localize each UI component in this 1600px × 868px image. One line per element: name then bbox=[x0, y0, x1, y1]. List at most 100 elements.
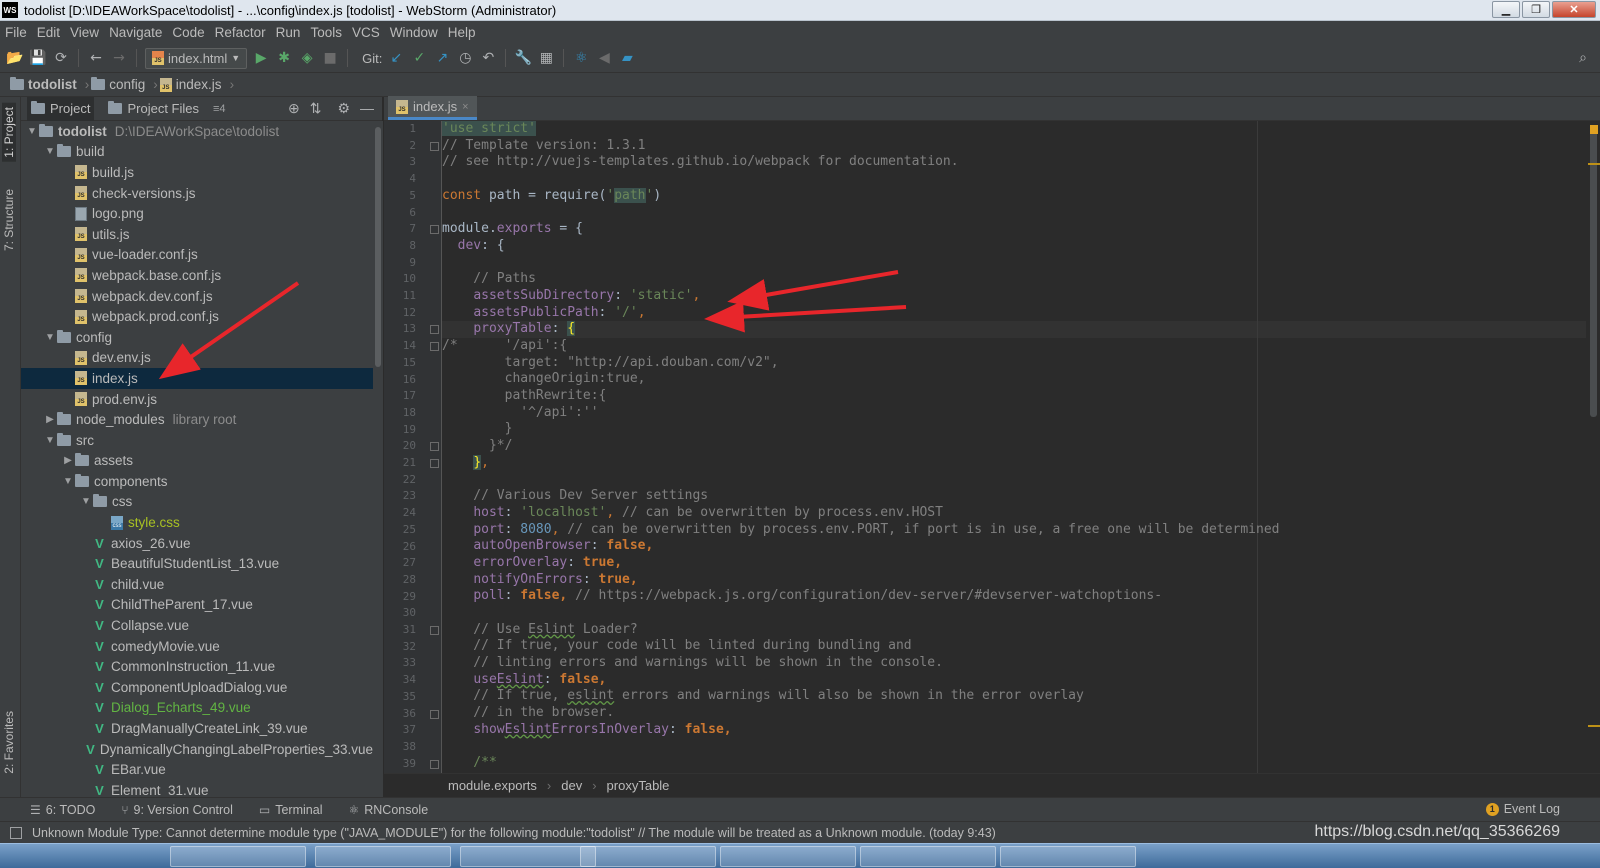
locate-target-icon[interactable]: ⊕ bbox=[288, 100, 300, 117]
scroll-marker[interactable] bbox=[1588, 163, 1600, 165]
tree-row[interactable]: ▼ src bbox=[21, 430, 373, 451]
tree-row[interactable]: webpack.dev.conf.js bbox=[21, 286, 373, 307]
expand-down-icon[interactable]: ▼ bbox=[79, 496, 93, 507]
tree-row[interactable]: V Dialog_Echarts_49.vue bbox=[21, 698, 373, 719]
close-button[interactable]: ✕ bbox=[1552, 1, 1596, 18]
status-message[interactable]: Unknown Module Type: Cannot determine mo… bbox=[32, 826, 996, 840]
editor-breadcrumb-item[interactable]: module.exports bbox=[448, 778, 537, 793]
revert-icon[interactable]: ↶ bbox=[479, 49, 497, 67]
menu-navigate[interactable]: Navigate bbox=[104, 25, 167, 40]
expand-down-icon[interactable]: ▼ bbox=[43, 435, 57, 446]
tree-row[interactable]: V Element_31.vue bbox=[21, 780, 373, 797]
tool-tab-terminal[interactable]: ▭ Terminal bbox=[259, 803, 323, 817]
tab-project-files[interactable]: Project Files bbox=[104, 97, 203, 121]
history-icon[interactable]: ◷ bbox=[456, 49, 474, 67]
tree-row[interactable]: ▶ node_modules library root bbox=[21, 409, 373, 430]
tree-row[interactable]: dev.env.js bbox=[21, 348, 373, 369]
menu-edit[interactable]: Edit bbox=[32, 25, 65, 40]
close-tab-icon[interactable]: × bbox=[462, 101, 468, 113]
breadcrumb-file[interactable]: index.js bbox=[159, 77, 222, 92]
debug-icon[interactable]: ✱ bbox=[275, 49, 293, 67]
collapse-all-icon[interactable]: ⇅ bbox=[310, 100, 322, 117]
taskbar-item[interactable] bbox=[1000, 846, 1136, 867]
tree-row[interactable]: V CommonInstruction_11.vue bbox=[21, 656, 373, 677]
tree-row[interactable]: utils.js bbox=[21, 224, 373, 245]
tree-row[interactable]: ▼ build bbox=[21, 142, 373, 163]
menu-code[interactable]: Code bbox=[167, 25, 209, 40]
code-area[interactable]: 'use strict'// Template version: 1.3.1//… bbox=[442, 121, 1592, 773]
fold-marker-icon[interactable] bbox=[430, 442, 439, 452]
warning-status-icon[interactable] bbox=[1590, 125, 1598, 134]
minimize-button[interactable]: ▁ bbox=[1492, 1, 1520, 18]
git-update-icon[interactable]: ↙ bbox=[387, 49, 405, 67]
save-all-icon[interactable]: 💾 bbox=[29, 49, 47, 67]
run-configuration-select[interactable]: index.html ▼ bbox=[145, 47, 248, 69]
menu-vcs[interactable]: VCS bbox=[347, 25, 385, 40]
maximize-button[interactable]: ❐ bbox=[1522, 1, 1550, 18]
project-structure-icon[interactable]: ▦ bbox=[537, 49, 555, 67]
tool-tab-favorites[interactable]: 2: Favorites bbox=[2, 711, 16, 774]
tree-row[interactable]: V EBar.vue bbox=[21, 759, 373, 780]
fold-marker-icon[interactable] bbox=[430, 141, 439, 151]
fold-marker-icon[interactable] bbox=[430, 342, 439, 352]
menu-view[interactable]: View bbox=[65, 25, 104, 40]
settings-wrench-icon[interactable]: 🔧 bbox=[514, 49, 532, 67]
stop-icon[interactable]: ■ bbox=[321, 49, 339, 67]
menu-run[interactable]: Run bbox=[271, 25, 306, 40]
taskbar-item[interactable] bbox=[315, 846, 451, 867]
editor-breadcrumb-item[interactable]: dev bbox=[561, 778, 582, 793]
gear-icon[interactable]: ⚙ bbox=[337, 100, 350, 117]
tree-row[interactable]: style.css bbox=[21, 512, 373, 533]
taskbar-item[interactable] bbox=[860, 846, 996, 867]
sync-icon[interactable]: ⟳ bbox=[52, 49, 70, 67]
expand-down-icon[interactable]: ▼ bbox=[43, 332, 57, 343]
tree-row[interactable]: logo.png bbox=[21, 203, 373, 224]
fold-marker-icon[interactable] bbox=[430, 626, 439, 635]
expand-down-icon[interactable]: ▼ bbox=[25, 126, 39, 137]
line-number-gutter[interactable]: 1 2 3 4 5 6 7 8 9 10 11 12 13 14 15 16 17 18 19 20 21 22 23 24 2… bbox=[384, 121, 442, 773]
react-icon[interactable]: ⚛ bbox=[572, 49, 590, 67]
project-tree-scrollbar[interactable] bbox=[373, 121, 383, 797]
tree-row[interactable]: webpack.prod.conf.js bbox=[21, 306, 373, 327]
tool-tab-project[interactable]: 1: Project bbox=[2, 103, 16, 162]
tree-row[interactable]: V BeautifulStudentList_13.vue bbox=[21, 553, 373, 574]
taskbar-item[interactable] bbox=[460, 846, 596, 867]
fold-marker-icon[interactable] bbox=[430, 709, 439, 719]
fold-marker-icon[interactable] bbox=[430, 325, 439, 335]
fold-marker-icon[interactable] bbox=[430, 225, 439, 235]
scroll-marker[interactable] bbox=[1588, 725, 1600, 727]
expand-right-icon[interactable]: ▶ bbox=[43, 414, 57, 425]
fold-marker-icon[interactable] bbox=[430, 759, 439, 769]
expand-down-icon[interactable]: ▼ bbox=[43, 146, 57, 157]
menu-refactor[interactable]: Refactor bbox=[210, 25, 271, 40]
run-icon[interactable]: ▶ bbox=[252, 49, 270, 67]
taskbar-item[interactable] bbox=[170, 846, 306, 867]
tree-row[interactable]: V Collapse.vue bbox=[21, 615, 373, 636]
tree-row[interactable]: vue-loader.conf.js bbox=[21, 245, 373, 266]
tree-row[interactable]: ▶ assets bbox=[21, 451, 373, 472]
menu-help[interactable]: Help bbox=[443, 25, 481, 40]
editor-breadcrumb-item[interactable]: proxyTable bbox=[607, 778, 670, 793]
tree-row[interactable]: ▼ components bbox=[21, 471, 373, 492]
tree-row[interactable]: ▼ config bbox=[21, 327, 373, 348]
taskbar-item[interactable] bbox=[720, 846, 856, 867]
tree-row[interactable]: build.js bbox=[21, 162, 373, 183]
git-commit-icon[interactable]: ✓ bbox=[410, 49, 428, 67]
tool-tab-structure[interactable]: 7: Structure bbox=[2, 189, 16, 251]
scrollbar-thumb[interactable] bbox=[1590, 127, 1597, 417]
git-push-icon[interactable]: ↗ bbox=[433, 49, 451, 67]
breadcrumb-folder[interactable]: config bbox=[91, 77, 145, 92]
tab-project[interactable]: Project bbox=[27, 96, 95, 121]
menu-file[interactable]: File bbox=[0, 25, 32, 40]
status-toggle-icon[interactable] bbox=[10, 826, 22, 839]
breadcrumb-project[interactable]: todolist bbox=[10, 77, 77, 92]
tool-tab-rnconsole[interactable]: ⚛ RNConsole bbox=[348, 803, 428, 817]
forward-arrow-icon[interactable]: → bbox=[110, 49, 128, 67]
tree-row[interactable]: ▼ todolist D:\IDEAWorkSpace\todolist bbox=[21, 121, 373, 142]
tree-row[interactable]: V DynamicallyChangingLabelProperties_33.v… bbox=[21, 739, 373, 760]
coverage-icon[interactable]: ◈ bbox=[298, 49, 316, 67]
tree-row[interactable]: V ChildTheParent_17.vue bbox=[21, 595, 373, 616]
tree-row[interactable]: ▼ css bbox=[21, 492, 373, 513]
tree-row[interactable]: webpack.base.conf.js bbox=[21, 265, 373, 286]
menu-tools[interactable]: Tools bbox=[305, 25, 347, 40]
